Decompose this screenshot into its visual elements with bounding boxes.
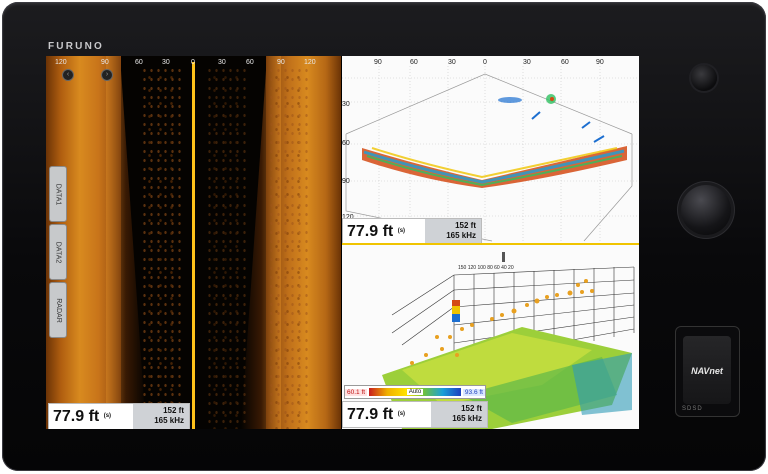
navnet-logo: NAVnet (691, 366, 723, 376)
angle-tick: 30 (448, 59, 456, 66)
range-tick: 0 (191, 59, 195, 66)
power-button[interactable] (691, 65, 717, 91)
range-tick: 30 (218, 59, 226, 66)
sidescan-depth-readout: 77.9 ft (s) 152 ft 165 kHz (48, 403, 190, 429)
rotary-knob[interactable] (681, 185, 731, 235)
view-3d-panel[interactable]: 150 120 100 80 60 40 20 60.1 ft Auto 93.… (342, 245, 639, 429)
tab-data2[interactable]: DATA2 (49, 224, 67, 280)
color-bar-max: 93.6 ft (462, 388, 485, 396)
angle-tick: 90 (374, 59, 382, 66)
downview-depth-readout: 77.9 ft (s) 152 ft 165 kHz (342, 218, 482, 243)
depth-value: 77.9 ft (s) (347, 223, 406, 240)
depth-value: 77.9 ft (s) (347, 406, 406, 423)
depth-tick: 60 (342, 140, 350, 147)
range-plus-icon[interactable]: › (101, 69, 113, 81)
angle-tick: 60 (561, 59, 569, 66)
angle-tick: 90 (596, 59, 604, 66)
sidescan-noise-left (141, 66, 181, 429)
display-screen: 120 90 60 30 0 30 60 90 120 ‹ › DATA1 DA… (46, 56, 639, 429)
scale-ticks-label: 150 120 100 80 60 40 20 (458, 265, 514, 271)
angle-tick: 60 (410, 59, 418, 66)
sidescan-panel[interactable]: 120 90 60 30 0 30 60 90 120 ‹ › DATA1 DA… (46, 56, 341, 429)
card-door[interactable]: NAVnet (683, 336, 731, 404)
sidescan-centerline (192, 62, 195, 429)
depth-color-bar[interactable]: 60.1 ft Auto 93.6 ft (344, 385, 486, 399)
brand-logo: FURUNO (48, 41, 104, 52)
card-slot-label: SDSD (682, 406, 703, 412)
range-tick: 120 (304, 59, 316, 66)
tab-data1[interactable]: DATA1 (49, 166, 67, 222)
depth-value: 77.9 ft (s) (53, 408, 112, 425)
down-view-panel[interactable]: 90 60 30 0 30 60 90 30 60 90 120 77.9 ft… (342, 56, 639, 245)
range-frequency-box: 152 ft 165 kHz (425, 219, 481, 243)
sidescan-noise-center (206, 66, 246, 429)
depth-tick: 30 (342, 101, 350, 108)
depth-tick: 90 (342, 178, 350, 185)
range-minus-icon[interactable]: ‹ (62, 69, 74, 81)
side-tab-strip: DATA1 DATA2 RADAR (49, 166, 67, 340)
range-tick: 60 (135, 59, 143, 66)
range-tick: 90 (101, 59, 109, 66)
color-gradient: Auto (369, 388, 461, 396)
range-tick: 120 (55, 59, 67, 66)
range-tick: 30 (162, 59, 170, 66)
tab-radar[interactable]: RADAR (49, 282, 67, 338)
range-frequency-box: 152 ft 165 kHz (133, 404, 189, 429)
sidescan-port-edge (106, 56, 146, 429)
range-tick: 90 (277, 59, 285, 66)
sidescan-range-scale: 120 90 60 30 0 30 60 90 120 (46, 59, 341, 69)
angle-tick: 30 (523, 59, 531, 66)
color-bar-min: 60.1 ft (345, 388, 368, 396)
view3d-depth-readout: 77.9 ft (s) 152 ft 165 kHz (342, 401, 488, 428)
range-tick: 60 (246, 59, 254, 66)
down-view-plot (342, 66, 639, 243)
sd-card-slot[interactable]: NAVnet SDSD (675, 326, 740, 417)
angle-tick: 0 (483, 59, 487, 66)
sidescan-noise-right (268, 66, 308, 429)
range-frequency-box: 152 ft 165 kHz (431, 402, 487, 427)
